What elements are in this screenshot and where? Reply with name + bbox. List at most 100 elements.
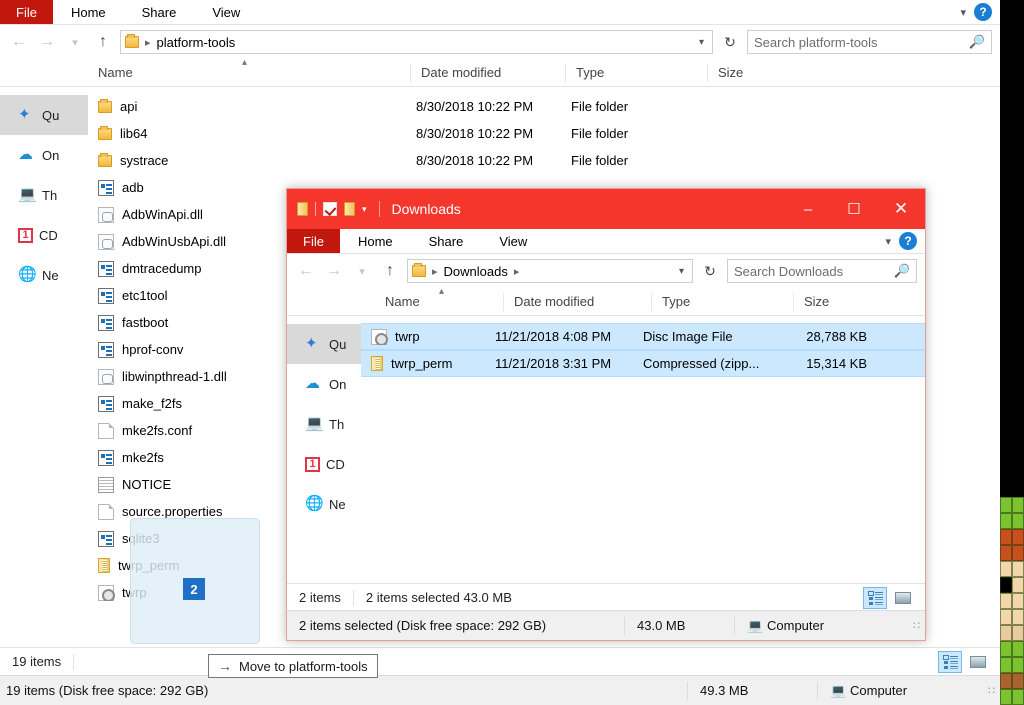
recent-locations-icon[interactable]: ▾ — [64, 31, 86, 53]
file-date-cell: 8/30/2018 10:22 PM — [416, 153, 534, 168]
refresh-icon[interactable]: ↻ — [699, 260, 721, 282]
file-size-cell: 15,314 KB — [806, 356, 867, 371]
file-menu-button[interactable]: File — [287, 229, 340, 253]
computer-icon: 💻 — [747, 617, 764, 633]
recent-locations-icon[interactable]: ▾ — [351, 260, 373, 282]
sidebar-item-quick-access[interactable]: ✦ Qu — [287, 324, 361, 364]
chevron-down-icon[interactable]: ▾ — [960, 6, 966, 19]
this-pc-icon: 💻 — [305, 415, 324, 432]
pixel-cell — [1000, 609, 1012, 625]
title-bar-downloads[interactable]: ▾ Downloads – ☐ ✕ — [287, 189, 925, 229]
search-icon[interactable]: 🔍 — [894, 263, 910, 279]
details-view-icon[interactable] — [938, 650, 962, 673]
up-icon[interactable]: ↑ — [92, 31, 114, 53]
table-row[interactable]: lib64 8/30/2018 10:22 PM File folder — [88, 120, 1000, 147]
pixel-row — [1000, 689, 1024, 705]
resize-grip-icon[interactable]: ∷ — [913, 619, 925, 632]
table-row[interactable]: api 8/30/2018 10:22 PM File folder — [88, 93, 1000, 120]
file-name-cell[interactable]: api — [88, 99, 410, 114]
column-size[interactable]: Size — [793, 292, 893, 311]
properties-check-icon[interactable] — [323, 202, 337, 216]
sidebar-item-network[interactable]: 🌐 Ne — [0, 255, 88, 295]
forward-icon[interactable]: → — [36, 31, 58, 53]
sidebar-item-quick-access[interactable]: ✦ Qu — [0, 95, 88, 135]
file-name-label: libwinpthread-1.dll — [122, 369, 227, 384]
doc-file-icon — [98, 503, 114, 520]
sidebar-item-onedrive[interactable]: ☁ On — [0, 135, 88, 175]
chevron-down-icon[interactable]: ▾ — [679, 266, 688, 277]
tab-view[interactable]: View — [194, 0, 258, 24]
search-icon[interactable]: 🔍 — [969, 34, 985, 50]
table-row[interactable]: twrp 11/21/2018 4:08 PM Disc Image File 28,… — [361, 323, 925, 350]
breadcrumb-platform-tools[interactable]: platform-tools — [157, 35, 236, 50]
sidebar-item-this-pc[interactable]: 💻 Th — [287, 404, 361, 444]
sidebar-item-oneplus-device[interactable]: 1 CD — [287, 444, 361, 484]
sidebar-item-this-pc[interactable]: 💻 Th — [0, 175, 88, 215]
file-menu-button[interactable]: File — [0, 0, 53, 24]
address-bar-front: ← → ▾ ↑ ▸ Downloads ▸ ▾ ↻ Search Downloa… — [287, 254, 925, 288]
search-input-front[interactable]: Search Downloads 🔍 — [727, 259, 917, 283]
details-view-icon[interactable] — [863, 586, 887, 609]
chevron-down-icon[interactable]: ▾ — [362, 204, 367, 215]
breadcrumb-downloads[interactable]: Downloads — [444, 264, 508, 279]
column-date[interactable]: Date modified — [410, 63, 565, 82]
sidebar-label: Th — [42, 187, 58, 203]
file-name-cell[interactable]: twrp_perm — [361, 356, 489, 371]
large-icons-view-icon[interactable] — [966, 651, 990, 673]
tab-view[interactable]: View — [481, 229, 545, 253]
refresh-icon[interactable]: ↻ — [719, 31, 741, 53]
back-icon[interactable]: ← — [8, 31, 30, 53]
back-icon[interactable]: ← — [295, 260, 317, 282]
folder-icon[interactable] — [297, 202, 308, 216]
folder-icon — [98, 153, 112, 167]
breadcrumb-separator: ▸ — [513, 265, 520, 278]
sidebar-item-network[interactable]: 🌐 Ne — [287, 484, 361, 524]
tab-home[interactable]: Home — [53, 0, 124, 24]
table-row[interactable]: systrace 8/30/2018 10:22 PM File folder — [88, 147, 1000, 174]
pixel-cell — [1012, 641, 1024, 657]
file-type-cell: File folder — [571, 153, 629, 168]
exe-file-icon — [98, 260, 114, 277]
minimize-icon[interactable]: – — [785, 189, 831, 229]
column-type[interactable]: Type — [565, 63, 707, 82]
column-name[interactable]: Name — [88, 64, 410, 82]
file-list-front[interactable]: twrp 11/21/2018 4:08 PM Disc Image File 28,… — [361, 316, 925, 604]
explorer-window-downloads[interactable]: ▾ Downloads – ☐ ✕ File Home Share View ▾… — [286, 188, 926, 641]
up-icon[interactable]: ↑ — [379, 260, 401, 282]
dll-file-icon — [98, 233, 114, 250]
folder-icon — [412, 263, 426, 277]
tab-share[interactable]: Share — [411, 229, 482, 253]
table-row[interactable]: twrp_perm 11/21/2018 3:31 PM Compressed (z… — [361, 350, 925, 377]
pixel-row — [1000, 561, 1024, 577]
file-name-cell[interactable]: twrp — [361, 328, 489, 345]
address-input[interactable]: ▸ platform-tools ▾ — [120, 30, 713, 54]
sidebar-label: On — [42, 147, 60, 163]
sidebar-item-oneplus-device[interactable]: 1 CD — [0, 215, 88, 255]
address-input[interactable]: ▸ Downloads ▸ ▾ — [407, 259, 693, 283]
search-input-back[interactable]: Search platform-tools 🔍 — [747, 30, 992, 54]
file-name-label: fastboot — [122, 315, 169, 330]
tab-share[interactable]: Share — [124, 0, 195, 24]
large-icons-view-icon[interactable] — [891, 587, 915, 609]
file-name-cell[interactable]: lib64 — [88, 126, 410, 141]
pixel-row — [1000, 577, 1024, 593]
tab-home[interactable]: Home — [340, 229, 411, 253]
help-icon[interactable]: ? — [974, 3, 992, 21]
maximize-icon[interactable]: ☐ — [831, 189, 877, 229]
zip-file-icon — [371, 356, 383, 371]
help-icon[interactable]: ? — [899, 232, 917, 250]
pixel-cell — [1012, 673, 1024, 689]
file-name-cell[interactable]: systrace — [88, 153, 410, 168]
chevron-down-icon[interactable]: ▾ — [885, 235, 891, 248]
chevron-down-icon[interactable]: ▾ — [699, 37, 708, 48]
close-icon[interactable]: ✕ — [877, 189, 925, 229]
dll-file-icon — [98, 206, 114, 223]
column-size[interactable]: Size — [707, 63, 802, 82]
resize-grip-icon[interactable]: ∷ — [988, 684, 1000, 697]
forward-icon[interactable]: → — [323, 260, 345, 282]
sidebar-item-onedrive[interactable]: ☁ On — [287, 364, 361, 404]
ribbon-right-controls: ▾ ? — [885, 229, 925, 253]
column-type[interactable]: Type — [651, 292, 793, 311]
folder-icon[interactable] — [344, 202, 355, 216]
column-date[interactable]: Date modified — [503, 292, 651, 311]
